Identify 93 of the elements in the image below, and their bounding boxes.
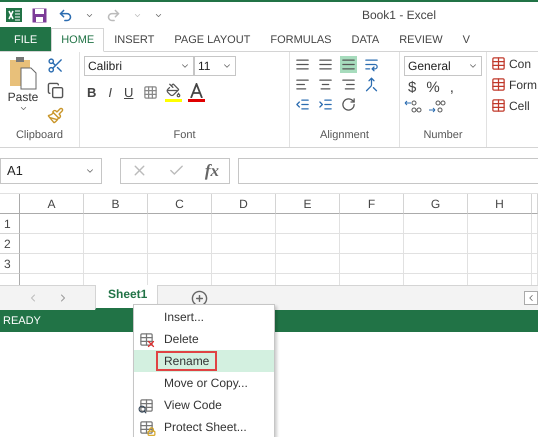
column-header[interactable]: F [340,194,404,214]
row-header[interactable]: 1 [0,214,20,234]
table-cell[interactable] [84,234,148,254]
table-cell[interactable] [84,214,148,234]
file-tab[interactable]: FILE [0,27,52,51]
sheet-tab[interactable]: Sheet1 [95,285,158,310]
table-cell[interactable] [212,254,276,274]
insert-function-button[interactable]: fx [204,160,220,180]
menu-item[interactable]: Move or Copy... [134,372,274,394]
currency-button[interactable]: $ [404,79,420,96]
menu-item[interactable]: Rename [134,350,274,372]
row-header[interactable]: 3 [0,254,20,274]
column-header[interactable]: B [84,194,148,214]
decrease-decimal-icon[interactable] [428,99,446,113]
paste-button[interactable]: Paste [4,56,42,129]
table-cell[interactable] [148,214,212,234]
table-cell[interactable] [20,254,84,274]
group-label: Clipboard [14,129,64,143]
cut-icon[interactable] [46,56,65,75]
table-cell[interactable] [468,254,532,274]
format-painter-icon[interactable] [46,106,65,125]
column-header[interactable]: D [212,194,276,214]
merge-icon[interactable] [363,76,380,93]
status-text: READY [3,315,41,327]
font-size-field[interactable]: 11 [194,56,236,76]
column-header[interactable]: E [276,194,340,214]
view-code-icon [138,398,154,412]
table-icon [491,56,506,71]
underline-button[interactable]: U [121,84,136,100]
column-header[interactable]: A [20,194,84,214]
table-cell[interactable] [84,254,148,274]
styles-button[interactable]: Cell [491,98,530,113]
group-label: Number [422,129,464,143]
formula-input[interactable] [238,158,538,184]
table-cell[interactable] [340,214,404,234]
delete-sheet-icon [138,332,154,346]
table-cell[interactable] [276,254,340,274]
bottom-align-icon[interactable] [340,56,357,73]
protect-sheet-icon [138,420,154,434]
column-header[interactable] [532,194,538,214]
table-cell[interactable] [20,214,84,234]
percent-button[interactable]: % [422,79,444,96]
menu-item[interactable]: View Code [134,394,274,416]
table-cell[interactable] [532,214,538,234]
borders-icon[interactable] [142,84,160,100]
table-icon [491,98,506,113]
menu-item[interactable]: Delete [134,328,274,350]
bold-button[interactable]: B [84,84,100,100]
menu-item[interactable]: Protect Sheet... [134,416,274,437]
comma-button[interactable]: , [446,79,458,96]
column-header[interactable]: G [404,194,468,214]
group-label: Alignment [319,129,370,143]
styles-button[interactable]: Form [491,77,537,92]
name-box[interactable]: A1 [0,158,102,184]
table-icon [491,77,506,92]
undo-icon[interactable] [57,6,74,24]
excel-logo-icon [6,7,22,23]
table-cell[interactable] [468,214,532,234]
clipboard-icon [8,56,38,90]
table-cell[interactable] [276,214,340,234]
select-all-corner[interactable] [0,194,20,214]
redo-icon[interactable] [105,6,122,24]
window-title: Book1 - Excel [362,8,436,22]
increase-decimal-icon[interactable] [404,99,422,113]
table-cell[interactable] [468,234,532,254]
row-header[interactable]: 2 [0,234,20,254]
group-label: Font [172,129,196,143]
table-cell[interactable] [212,234,276,254]
table-cell[interactable] [212,214,276,234]
number-format-field[interactable]: General [404,56,482,76]
scroll-left-icon[interactable] [524,291,538,305]
column-header[interactable]: C [148,194,212,214]
table-cell[interactable] [148,234,212,254]
table-cell[interactable] [340,254,404,274]
italic-button[interactable]: I [105,84,116,100]
ribbon-tab[interactable]: HOME [51,28,104,52]
table-cell[interactable] [276,234,340,254]
table-cell[interactable] [404,214,468,234]
table-cell[interactable] [532,234,538,254]
table-cell[interactable] [404,234,468,254]
table-cell[interactable] [532,254,538,274]
save-icon[interactable] [32,8,47,22]
font-color-icon[interactable] [188,82,206,102]
table-cell[interactable] [340,234,404,254]
fill-color-icon[interactable] [165,82,182,102]
table-cell[interactable] [404,254,468,274]
styles-button[interactable]: Con [491,56,532,71]
table-cell[interactable] [148,254,212,274]
font-name-field[interactable]: Calibri [84,56,194,76]
dropdown-icon [18,104,28,113]
table-cell[interactable] [20,234,84,254]
column-header[interactable]: H [468,194,532,214]
copy-icon[interactable] [46,81,65,100]
